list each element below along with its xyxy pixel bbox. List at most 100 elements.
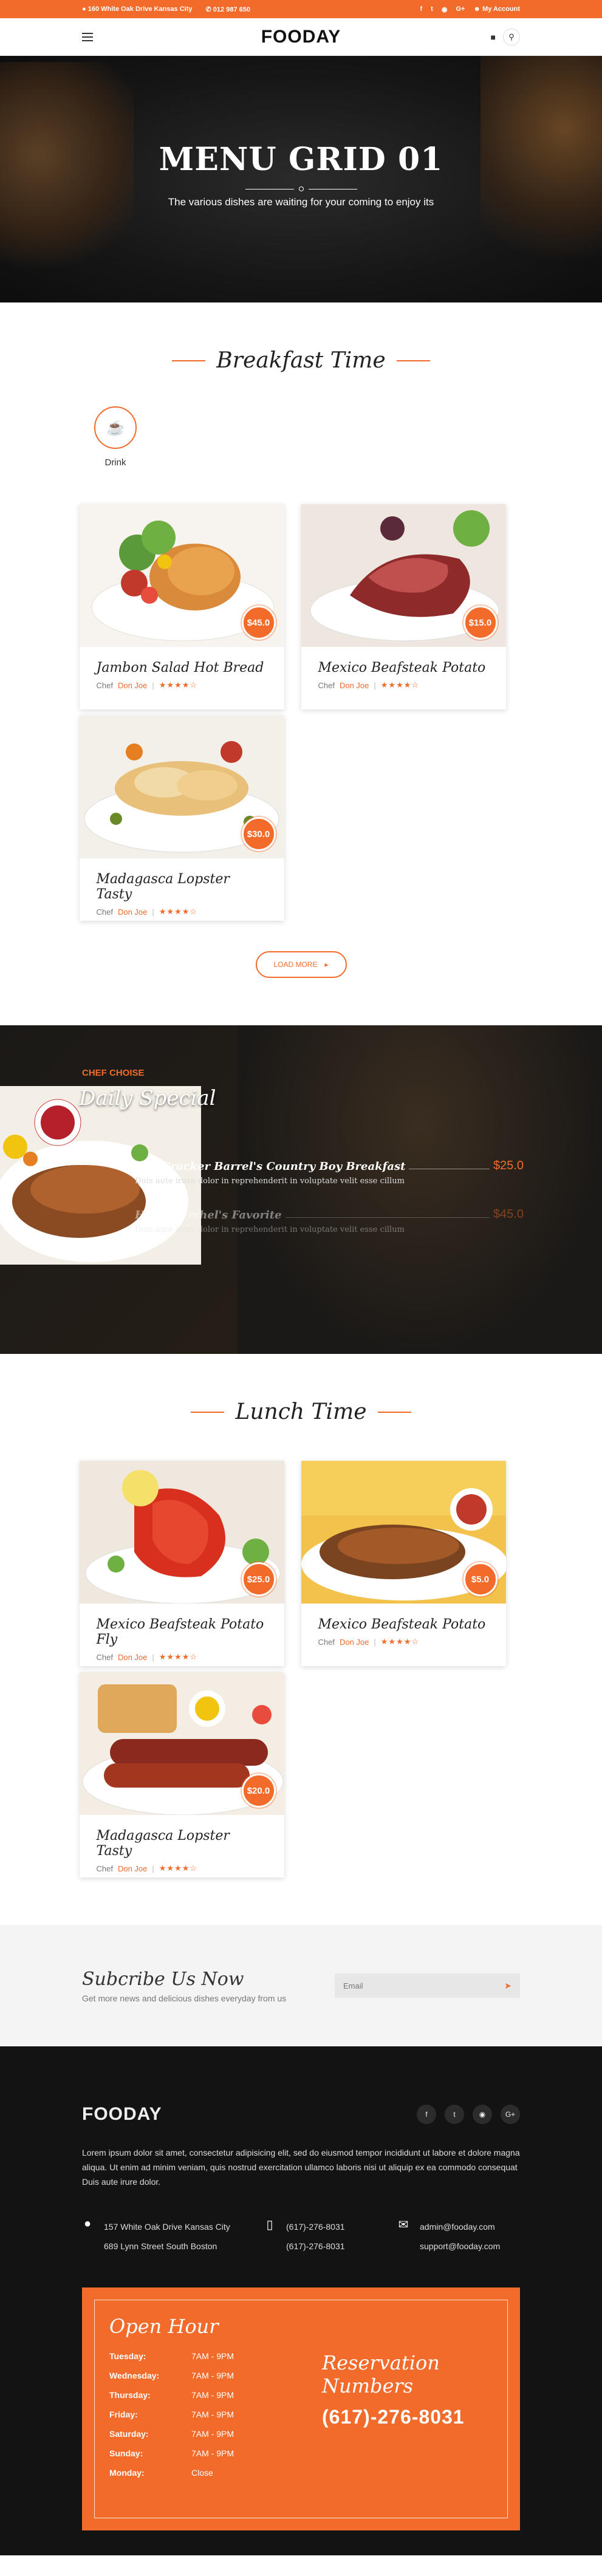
price-badge: $30.0 [241,817,276,851]
chef-label: Chef [318,680,335,690]
contact-phone: ▯ (617)-276-8031 (617)-276-8031 [264,2217,398,2256]
cart-icon[interactable]: ■ [491,32,496,42]
my-account-link[interactable]: ☻ My Account [473,5,520,13]
menu-card[interactable]: $30.0 Madagasca Lopster Tasty Chef Don Jo… [79,716,284,921]
chef-label: Chef [96,1864,113,1873]
menu-icon[interactable] [82,32,93,41]
breakfast-title-wrap: Breakfast Time [0,348,602,373]
special-item-desc: Duis aute irure dolor in reprehenderit i… [135,1225,405,1234]
address-item: ● 160 White Oak Drive Kansas City [82,5,193,13]
dish-meta: Chef Don Joe | ★★★★☆ [96,680,198,690]
google-plus-icon[interactable]: G+ [501,2105,520,2124]
google-plus-icon[interactable]: G+ [456,5,465,13]
footer-logo[interactable]: FOODAY [82,2104,162,2125]
rating-stars: ★★★★☆ [159,1864,198,1873]
dish-name[interactable]: Jambon Salad Hot Bread [97,660,267,675]
rating-stars: ★★★★☆ [380,1637,420,1646]
search-icon[interactable]: ⚲ [503,28,520,46]
food-image: $45.0 [79,504,284,647]
food-image: $25.0 [79,1461,284,1604]
drink-icon: ☕ [94,406,137,449]
chef-name[interactable]: Don Joe [118,1653,147,1662]
category-drink[interactable]: ☕ Drink [91,406,140,468]
footer: FOODAY f t ◉ G+ Lorem ipsum dolor sit am… [0,2046,602,2555]
rating-stars: ★★★★☆ [159,1652,198,1661]
price-badge: $5.0 [463,1562,498,1596]
chef-name[interactable]: Don Joe [118,1864,147,1873]
food-image: $5.0 [301,1461,506,1604]
menu-card[interactable]: $20.0 Madagasca Lopster Tasty Chef Don Jo… [79,1672,284,1877]
chef-label: Chef [96,907,113,917]
dish-meta: Chef Don Joe | ★★★★☆ [318,1637,420,1647]
price-badge: $20.0 [241,1774,276,1808]
category-label: Drink [104,457,126,468]
email-line[interactable]: admin@fooday.com [420,2217,500,2236]
contact-email: ✉ admin@fooday.com support@fooday.com [398,2217,501,2256]
lunch-grid: $25.0 Mexico Beafsteak Potato Fly Chef Do… [79,1461,523,1877]
map-pin-icon: ● [83,2217,92,2230]
phone-line[interactable]: (617)-276-8031 [286,2217,345,2236]
price-badge: $25.0 [241,1562,276,1596]
send-icon[interactable]: ➤ [496,1973,520,1998]
lunch-title: Lunch Time [235,1399,367,1424]
chef-label: Chef [318,1637,335,1647]
breakfast-title: Breakfast Time [216,348,386,373]
top-bar: ● 160 White Oak Drive Kansas City ✆ 012 … [0,0,602,18]
rating-stars: ★★★★☆ [159,907,198,916]
subscribe-subtitle: Get more news and delicious dishes every… [82,1993,287,2003]
phone-icon: ✆ [205,5,211,13]
special-item-desc: Duis aute irure dolor in reprehenderit i… [135,1177,405,1186]
chef-name[interactable]: Don Joe [118,907,147,917]
facebook-icon[interactable]: f [420,5,422,13]
lunch-title-wrap: Lunch Time [0,1399,602,1424]
dish-name[interactable]: Madagasca Lopster Tasty [97,1828,267,1859]
menu-card[interactable]: $45.0 Jambon Salad Hot Bread Chef Don Joe… [79,504,284,709]
special-item-price: $45.0 [493,1208,524,1221]
address-line: 157 White Oak Drive Kansas City [104,2222,230,2232]
special-item-name: The Cracker Barrel's Country Boy Breakfa… [135,1160,406,1173]
footer-contacts: ● 157 White Oak Drive Kansas City 689 Lyn… [82,2217,520,2256]
food-image: $30.0 [79,716,284,858]
food-image: $15.0 [301,504,506,647]
open-hour-panel: Open Hour Tuesday: 7AM - 9PM Wednesday: 7A… [82,2287,520,2530]
dish-meta: Chef Don Joe | ★★★★☆ [96,1864,198,1873]
subscribe-form: ➤ [335,1973,520,1998]
special-item[interactable]: The Cracker Barrel's Country Boy Breakfa… [135,1159,524,1186]
rating-stars: ★★★★☆ [380,680,420,689]
navbar: FOODAY ■ ⚲ [0,18,602,56]
special-item[interactable]: Hash Hershel's Favorite $45.0 Duis aute i… [135,1208,524,1234]
breakfast-section: Breakfast Time ☕ Drink $45.0 Jambon Sala… [0,302,602,978]
dish-name[interactable]: Mexico Beafsteak Potato [318,1617,489,1632]
chef-name[interactable]: Don Joe [340,681,369,690]
price-badge: $15.0 [463,606,498,640]
chef-name[interactable]: Don Joe [340,1638,369,1647]
menu-card[interactable]: $5.0 Mexico Beafsteak Potato Chef Don Joe… [301,1461,506,1666]
email-field[interactable] [335,1973,496,1998]
facebook-icon[interactable]: f [417,2105,436,2124]
dish-name[interactable]: Mexico Beafsteak Potato [318,660,489,675]
daily-special-title: Daily Special [79,1086,216,1110]
dish-meta: Chef Don Joe | ★★★★☆ [318,680,420,690]
special-item-price: $25.0 [493,1159,524,1172]
site-logo[interactable]: FOODAY [261,27,341,47]
mobile-icon: ▯ [266,2218,273,2232]
dish-name[interactable]: Madagasca Lopster Tasty [97,872,267,902]
address-line: 689 Lynn Street South Boston [104,2241,217,2251]
email-line[interactable]: support@fooday.com [420,2236,500,2256]
dribbble-icon[interactable]: ◉ [473,2105,492,2124]
load-more-button[interactable]: LOAD MORE ▸ [255,951,347,978]
chef-name[interactable]: Don Joe [118,681,147,690]
twitter-icon[interactable]: t [431,5,433,13]
menu-card[interactable]: $25.0 Mexico Beafsteak Potato Fly Chef Do… [79,1461,284,1666]
my-account-label: My Account [482,5,520,13]
footer-socials: f t ◉ G+ [417,2105,520,2124]
restaurant-background [238,1025,602,1354]
load-more-label: LOAD MORE [273,960,318,969]
dish-meta: Chef Don Joe | ★★★★☆ [96,907,198,917]
twitter-icon[interactable]: t [445,2105,464,2124]
phone-line[interactable]: (617)-276-8031 [286,2236,345,2256]
dribbble-icon[interactable]: ◉ [442,5,448,13]
menu-card[interactable]: $15.0 Mexico Beafsteak Potato Chef Don Jo… [301,504,506,709]
dish-name[interactable]: Mexico Beafsteak Potato Fly [97,1617,267,1647]
subscribe-section: Subcribe Us Now Get more news and delici… [0,1925,602,2046]
